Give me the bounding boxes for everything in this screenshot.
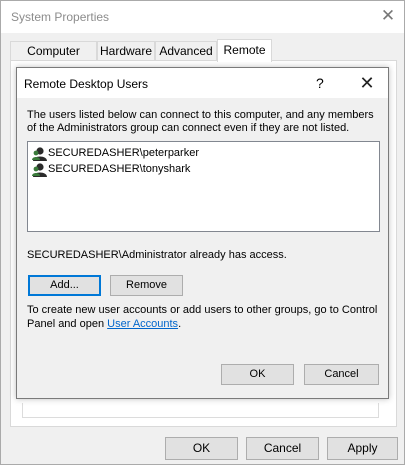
note-text: To create new user accounts or add users…	[27, 304, 378, 330]
window-title: System Properties	[11, 10, 110, 24]
user-accounts-link[interactable]: User Accounts	[107, 318, 178, 330]
user-accounts-note: To create new user accounts or add users…	[27, 303, 382, 331]
user-icon	[32, 147, 47, 161]
dialog-titlebar: Remote Desktop Users ? ✕	[17, 68, 388, 98]
dialog-description: The users listed below can connect to th…	[27, 109, 374, 134]
close-icon[interactable]: ✕	[376, 5, 400, 27]
user-list[interactable]: SECUREDASHER\peterparker SECUREDASHER\to…	[27, 141, 380, 232]
user-label: SECUREDASHER\tonyshark	[48, 163, 191, 175]
note-suffix: .	[178, 318, 182, 330]
cancel-button[interactable]: Cancel	[246, 437, 319, 460]
apply-button[interactable]: Apply	[327, 437, 398, 460]
hidden-panel-groupbox	[22, 403, 379, 418]
dialog-content: The users listed below can connect to th…	[17, 98, 388, 398]
help-icon[interactable]: ?	[316, 75, 324, 91]
dialog-ok-button[interactable]: OK	[221, 364, 294, 385]
dialog-cancel-button[interactable]: Cancel	[304, 364, 379, 385]
add-button[interactable]: Add...	[28, 275, 101, 296]
remote-desktop-users-dialog: Remote Desktop Users ? ✕ The users liste…	[16, 67, 389, 399]
close-icon[interactable]: ✕	[354, 71, 380, 95]
ok-button[interactable]: OK	[165, 437, 238, 460]
tab-computer-name[interactable]: Computer Name	[10, 41, 97, 76]
user-icon	[32, 163, 47, 177]
user-label: SECUREDASHER\peterparker	[48, 147, 199, 159]
tab-advanced[interactable]: Advanced	[155, 41, 217, 61]
remove-button[interactable]: Remove	[110, 275, 183, 296]
dialog-title: Remote Desktop Users	[24, 77, 149, 91]
system-titlebar: System Properties ✕	[1, 1, 404, 33]
access-text: SECUREDASHER\Administrator already has a…	[27, 249, 287, 261]
tab-remote[interactable]: Remote	[217, 39, 272, 62]
tab-hardware[interactable]: Hardware	[97, 41, 155, 61]
